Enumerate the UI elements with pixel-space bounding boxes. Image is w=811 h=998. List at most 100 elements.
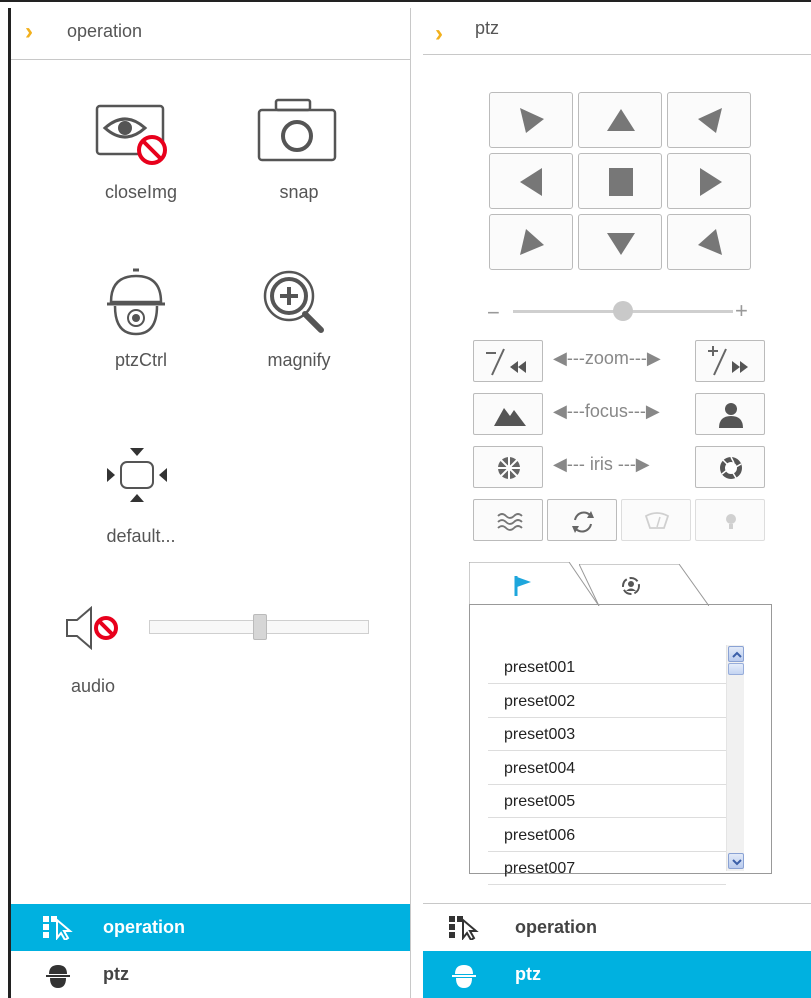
audio-volume-slider[interactable] [149,614,369,640]
chevron-right-icon: › [25,18,33,45]
default-view-tool[interactable]: default... [81,442,201,547]
speed-slider[interactable] [513,301,733,321]
pan-up-left-button[interactable] [489,92,573,148]
close-image-label: closeImg [104,182,178,202]
iris-label: ◀--- iris ---▶ [553,454,650,474]
zoom-label: ◀---zoom---▶ [553,348,661,368]
preset-row[interactable]: preset001 [488,651,726,684]
ptz-header[interactable]: › ptz [423,8,811,55]
person-icon [719,403,743,428]
speaker-muted-icon [66,605,118,651]
close-image-tool[interactable]: closeImg [81,98,201,203]
arrow-right-icon [700,168,722,196]
zoom-in-icon [708,346,748,376]
nav-ptz-label: ptz [515,964,541,984]
refresh-icon [572,511,594,533]
tilt-down-button[interactable] [578,214,662,270]
snap-tool[interactable]: snap [239,98,359,203]
scroll-down-button[interactable] [728,853,744,869]
zoom-out-icon [486,348,526,376]
arrow-up-right-icon [698,108,722,133]
dome-camera-icon [81,266,201,346]
nav-ptz-label: ptz [103,964,129,984]
chevron-up-icon [732,651,742,658]
default-view-label: default... [106,526,176,546]
chevron-right-icon: › [435,20,443,47]
preset-row[interactable]: preset006 [488,819,726,852]
preset-row[interactable]: preset003 [488,718,726,751]
operation-title: operation [67,21,143,41]
wiper-button[interactable] [473,499,543,541]
audio-label: audio [71,676,116,696]
nav-operation[interactable]: operation [11,904,410,951]
ptz-control-label: ptzCtrl [114,350,167,370]
iris-close-button[interactable] [473,446,543,488]
preset-row[interactable]: preset002 [488,685,726,718]
cruise-icon [622,577,640,595]
bulb-icon [726,514,736,529]
magnify-icon [239,266,359,346]
tilt-up-button[interactable] [578,92,662,148]
wiper-alt-button[interactable] [621,499,691,541]
focus-near-button[interactable] [473,393,543,435]
operation-nav-icon [43,916,73,945]
top-rule [0,0,811,2]
focus-far-button[interactable] [695,393,765,435]
nav-operation-label: operation [515,917,598,937]
speed-increase-label: + [735,298,748,323]
iris-text: iris [589,454,613,474]
tab-cruise[interactable] [578,563,710,607]
fit-window-icon [81,442,201,522]
preset-row[interactable]: preset004 [488,752,726,785]
magnify-label: magnify [267,350,331,370]
preset-scrollbar[interactable] [726,645,744,871]
operation-nav-icon [449,916,479,945]
stop-square-icon [609,168,633,196]
arrow-up-left-icon [520,108,544,133]
pan-up-right-button[interactable] [667,92,751,148]
stop-button[interactable] [578,153,662,209]
ptz-nav-icon [43,963,73,994]
camera-icon [239,98,359,178]
zoom-in-button[interactable] [695,340,765,382]
nav-ptz[interactable]: ptz [11,951,410,998]
zoom-text: zoom [584,348,629,368]
speed-decrease-label: − [487,300,500,325]
arrow-down-right-icon [698,229,722,255]
ptz-nav-icon [449,963,479,994]
light-button[interactable] [695,499,765,541]
scroll-up-button[interactable] [728,646,744,662]
focus-text: focus [584,401,628,421]
nav-operation-label: operation [103,917,186,937]
magnify-tool[interactable]: magnify [239,266,359,371]
preset-row[interactable]: preset007 [488,852,726,885]
ptz-control-tool[interactable]: ptzCtrl [81,266,201,371]
iris-open-button[interactable] [695,446,765,488]
pan-left-button[interactable] [489,153,573,209]
preset-list-box: preset001 preset002 preset003 preset004 pres… [469,604,772,885]
pan-down-left-button[interactable] [489,214,573,270]
windshield-icon [644,512,670,529]
arrow-down-icon [607,233,635,255]
arrow-up-icon [607,109,635,131]
wave-icon [497,513,523,531]
arrow-left-icon [520,168,542,196]
aperture-open-icon [720,456,742,479]
speed-slider-handle[interactable] [613,301,633,321]
nav-ptz[interactable]: ptz [423,951,811,998]
focus-label: ◀---focus---▶ [553,401,660,421]
preset-row[interactable]: preset005 [488,785,726,818]
nav-operation[interactable]: operation [423,904,811,951]
chevron-down-icon [732,859,742,866]
operation-header[interactable]: › operation [11,8,410,60]
pan-right-button[interactable] [667,153,751,209]
tab-cruise-shape [578,563,710,607]
scroll-thumb[interactable] [728,663,744,675]
auto-scan-button[interactable] [547,499,617,541]
audio-mute-button[interactable] [63,605,123,651]
mountain-icon [494,408,526,426]
audio-volume-handle[interactable] [253,614,267,640]
aperture-closed-icon [498,457,520,479]
zoom-out-button[interactable] [473,340,543,382]
pan-down-right-button[interactable] [667,214,751,270]
